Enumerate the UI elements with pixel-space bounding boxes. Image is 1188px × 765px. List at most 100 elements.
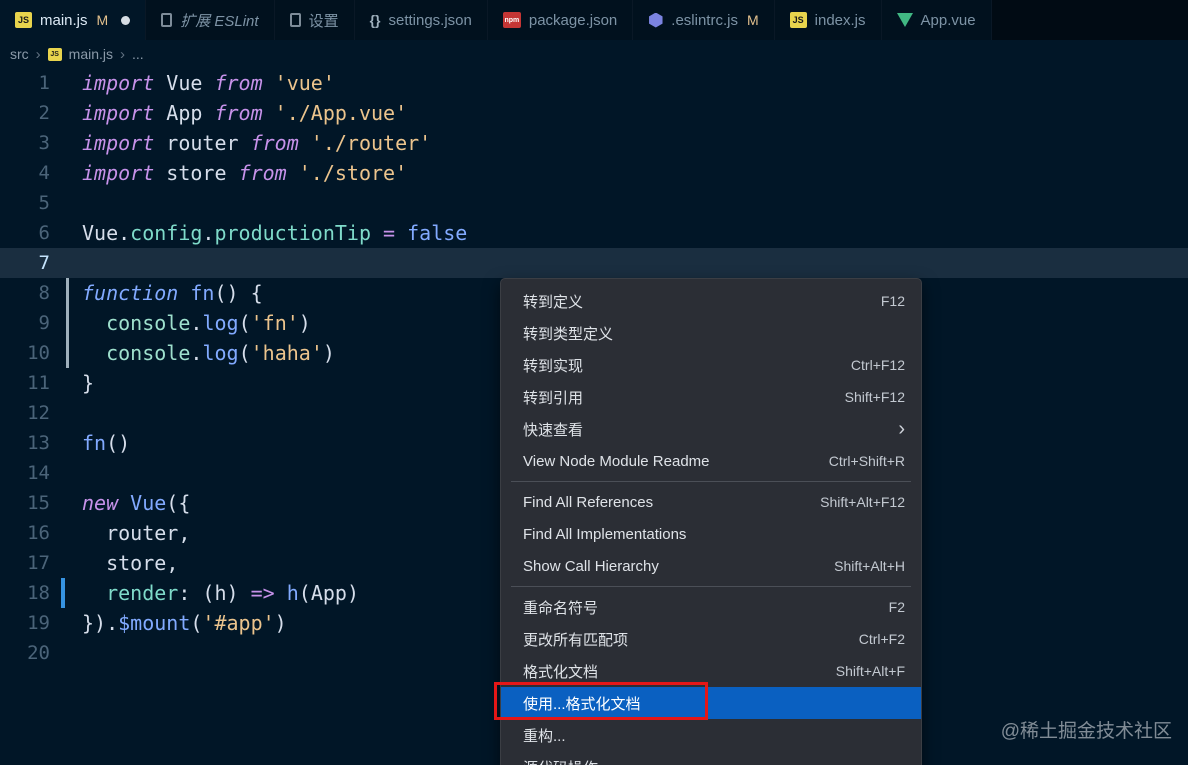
breadcrumb: src › JS main.js ›... xyxy=(0,40,1188,68)
menu-item-shortcut: Shift+Alt+F12 xyxy=(820,494,905,510)
code-text[interactable]: Vue.config.productionTip = false xyxy=(82,221,467,245)
tab-label: 扩展 ESLint xyxy=(180,12,259,30)
code-token: ( xyxy=(298,581,311,605)
code-token: : ( xyxy=(178,581,215,605)
line-number: 2 xyxy=(38,102,50,124)
code-text[interactable]: new Vue({ xyxy=(82,491,190,515)
code-text[interactable]: import App from './App.vue' xyxy=(82,101,407,125)
menu-separator xyxy=(511,481,911,482)
tab-设置[interactable]: 设置 xyxy=(274,0,355,40)
line-number: 15 xyxy=(27,492,50,514)
code-line: 1 import Vue from 'vue' xyxy=(0,68,1188,98)
git-modified-badge: M xyxy=(746,12,759,28)
menu-item-label: 使用...格式化文档 xyxy=(523,695,641,713)
code-token: . xyxy=(190,341,203,365)
git-modified-indicator xyxy=(61,578,65,608)
code-text[interactable]: router, xyxy=(82,521,190,545)
menu-item[interactable]: 格式化文档 Shift+Alt+F xyxy=(501,655,921,687)
line-number: 3 xyxy=(38,132,50,154)
tab-label: main.js xyxy=(40,11,88,29)
menu-item[interactable]: 更改所有匹配项 Ctrl+F2 xyxy=(501,623,921,655)
menu-item-shortcut: Ctrl+F2 xyxy=(858,631,905,647)
code-token: $mount xyxy=(118,611,191,635)
tab-.eslintrc.js[interactable]: .eslintrc.js M xyxy=(633,0,775,40)
file-icon xyxy=(161,13,173,27)
code-token: . xyxy=(190,311,203,335)
code-text[interactable]: render: (h) => h(App) xyxy=(82,581,359,605)
menu-item[interactable]: 重命名符号 F2 xyxy=(501,591,921,623)
menu-item[interactable]: 转到类型定义 xyxy=(501,317,921,349)
context-menu: 转到定义 F12 转到类型定义 转到实现 Ctrl+F12 转到引用 Shift+F12 快速… xyxy=(500,278,922,765)
tab-App.vue[interactable]: App.vue xyxy=(881,0,992,40)
js-icon: JS xyxy=(47,47,62,61)
code-token: ( xyxy=(238,341,251,365)
menu-item[interactable]: 转到定义 F12 xyxy=(501,285,921,317)
tab-index.js[interactable]: JS index.js xyxy=(774,0,882,40)
git-added-indicator xyxy=(66,278,69,308)
tab-package.json[interactable]: npm package.json xyxy=(487,0,634,40)
code-token: router xyxy=(106,521,179,545)
tab-main.js[interactable]: JS main.js M xyxy=(0,0,147,40)
line-number: 19 xyxy=(27,612,50,634)
tab-settings.json[interactable]: {} settings.json xyxy=(354,0,488,40)
code-text[interactable]: console.log('fn') xyxy=(82,311,311,335)
code-token: Vue xyxy=(118,491,167,515)
breadcrumb-item[interactable]: ... xyxy=(132,46,144,62)
line-number: 7 xyxy=(38,252,50,274)
menu-item-shortcut: F12 xyxy=(880,293,905,309)
code-text[interactable]: import router from './router' xyxy=(82,131,431,155)
code-text[interactable]: console.log('haha') xyxy=(82,341,335,365)
menu-item-label: 快速查看 xyxy=(523,421,584,439)
menu-item[interactable]: View Node Module Readme Ctrl+Shift+R xyxy=(501,445,921,477)
menu-item-label: 转到实现 xyxy=(523,357,584,375)
code-token: ) xyxy=(298,311,311,335)
menu-item[interactable]: 转到实现 Ctrl+F12 xyxy=(501,349,921,381)
menu-item-label: Find All References xyxy=(523,493,654,511)
submenu-arrow-icon: › xyxy=(898,418,905,440)
code-token: = xyxy=(371,221,408,245)
code-text[interactable]: import Vue from 'vue' xyxy=(82,71,335,95)
code-token: new xyxy=(82,491,119,515)
tab-label: 设置 xyxy=(308,12,339,30)
line-number: 4 xyxy=(38,162,50,184)
code-text[interactable]: } xyxy=(82,371,94,395)
code-token: App xyxy=(310,581,347,605)
eslint-icon xyxy=(649,12,663,28)
line-number: 14 xyxy=(27,462,50,484)
menu-item[interactable]: 使用...格式化文档 xyxy=(501,687,921,719)
braces-icon: {} xyxy=(369,12,381,28)
menu-item[interactable]: 快速查看 › xyxy=(501,413,921,445)
code-token: 'vue' xyxy=(262,71,335,95)
menu-item[interactable]: Find All Implementations xyxy=(501,518,921,550)
menu-item[interactable]: 源代码操作... xyxy=(501,751,921,765)
menu-item[interactable]: Show Call Hierarchy Shift+Alt+H xyxy=(501,550,921,582)
watermark: @稀土掘金技术社区 xyxy=(1000,721,1172,742)
menu-item-shortcut: Shift+F12 xyxy=(844,389,905,405)
tab-扩展 ESLint[interactable]: 扩展 ESLint xyxy=(146,0,275,40)
breadcrumb-item[interactable]: main.js xyxy=(69,46,113,62)
code-text[interactable]: import store from './store' xyxy=(82,161,407,185)
code-text[interactable]: function fn() { xyxy=(82,281,263,305)
menu-item[interactable]: 转到引用 Shift+F12 xyxy=(501,381,921,413)
code-text[interactable]: store, xyxy=(82,551,178,575)
git-added-indicator xyxy=(66,338,69,368)
tab-bar: JS main.js M 扩展 ESLint 设置 {} settings.json npm p… xyxy=(0,0,1188,40)
tab-label: package.json xyxy=(528,11,618,29)
breadcrumb-item[interactable]: src xyxy=(10,46,29,62)
code-token: Vue xyxy=(154,71,215,95)
menu-item[interactable]: 重构... xyxy=(501,719,921,751)
code-token: fn xyxy=(178,281,215,305)
code-text[interactable]: }).$mount('#app') xyxy=(82,611,287,635)
code-token: fn xyxy=(82,431,107,455)
menu-item[interactable]: Find All References Shift+Alt+F12 xyxy=(501,486,921,518)
git-added-indicator xyxy=(66,308,69,338)
code-text[interactable]: fn() xyxy=(82,431,130,455)
unsaved-dot-icon[interactable] xyxy=(121,15,131,25)
tab-label: index.js xyxy=(814,11,866,29)
line-number: 5 xyxy=(38,192,50,214)
code-token: 'haha' xyxy=(250,341,323,365)
